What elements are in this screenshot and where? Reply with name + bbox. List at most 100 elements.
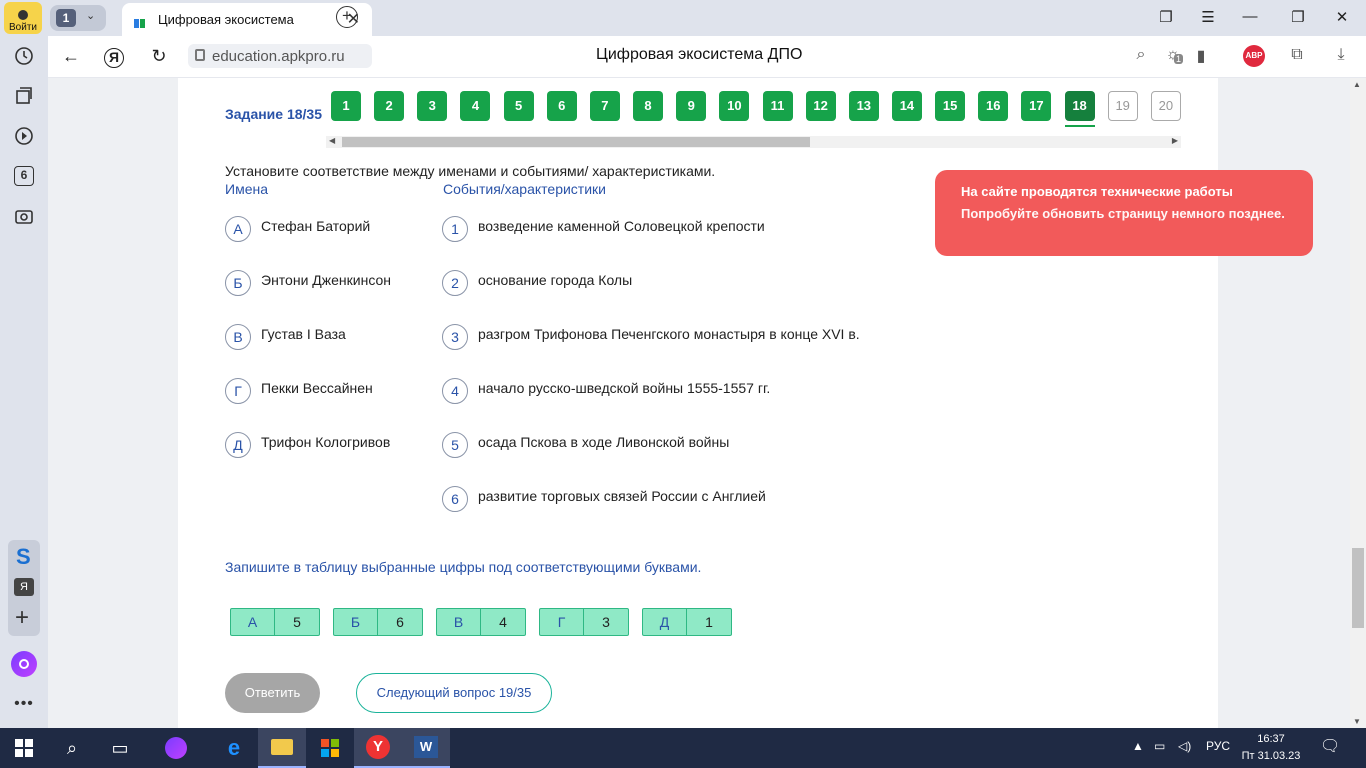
tab-count: 1 bbox=[56, 9, 76, 27]
new-tab-icon[interactable]: + bbox=[336, 6, 358, 28]
restore-icon[interactable]: ❐ bbox=[1288, 8, 1308, 26]
next-question-button[interactable]: Следующий вопрос 19/35 bbox=[356, 673, 552, 713]
menu-icon[interactable]: ☰ bbox=[1198, 8, 1218, 26]
tab-counter[interactable]: 1 ⌄ bbox=[50, 5, 106, 31]
question-nav-item[interactable]: 14 bbox=[891, 91, 922, 121]
active-tab[interactable]: Цифровая экосистема ✕ bbox=[122, 3, 372, 46]
event-text: возведение каменной Соловецкой крепости bbox=[478, 218, 765, 234]
screenshot-icon[interactable] bbox=[10, 202, 38, 230]
more-icon[interactable]: ••• bbox=[10, 690, 38, 718]
start-icon[interactable] bbox=[0, 728, 48, 768]
answer-letter: Д bbox=[643, 609, 687, 635]
question-nav-item[interactable]: 4 bbox=[460, 91, 491, 121]
minimize-icon[interactable]: — bbox=[1240, 8, 1260, 25]
answer-pair[interactable]: Г3 bbox=[539, 608, 629, 636]
ext-badge: 1 bbox=[1174, 54, 1184, 64]
answer-pair[interactable]: Б6 bbox=[333, 608, 423, 636]
question-nav-item[interactable]: 13 bbox=[848, 91, 879, 121]
reload-icon[interactable]: ↻ bbox=[148, 46, 170, 67]
question-nav-item[interactable]: 19 bbox=[1107, 91, 1138, 121]
question-nav-item[interactable]: 2 bbox=[374, 91, 405, 121]
question-nav-item[interactable]: 3 bbox=[417, 91, 448, 121]
event-number: 4 bbox=[442, 378, 468, 404]
battery-icon[interactable]: ▭ bbox=[1154, 739, 1165, 753]
close-window-icon[interactable]: ✕ bbox=[1332, 8, 1352, 26]
name-text: Трифон Кологривов bbox=[261, 434, 391, 450]
answer-pair[interactable]: Д1 bbox=[642, 608, 732, 636]
store-icon[interactable] bbox=[306, 728, 354, 768]
question-nav-item[interactable]: 1 bbox=[331, 91, 361, 121]
notifications-icon[interactable]: 🗨 bbox=[1320, 736, 1340, 756]
download-icon[interactable]: ⤓ bbox=[1330, 46, 1352, 64]
question-nav-item[interactable]: 12 bbox=[805, 91, 836, 121]
page-scrollbar[interactable]: ▲ ▼ bbox=[1350, 78, 1366, 728]
question-prompt: Установите соответствие между именами и … bbox=[225, 163, 716, 179]
question-nav-scrollbar[interactable]: ◀ ▶ bbox=[326, 136, 1181, 148]
back-icon[interactable]: ← bbox=[60, 46, 82, 67]
explorer-icon[interactable] bbox=[258, 728, 306, 768]
word-icon[interactable]: W bbox=[402, 728, 450, 768]
question-nav-item[interactable]: 10 bbox=[719, 91, 750, 121]
alice-taskbar-icon[interactable] bbox=[152, 728, 200, 768]
yandex-browser-icon[interactable]: Y bbox=[354, 728, 402, 768]
collections-icon[interactable] bbox=[10, 82, 38, 110]
task-view-icon[interactable]: ▭ bbox=[96, 728, 144, 768]
question-nav-item[interactable]: 16 bbox=[978, 91, 1009, 121]
name-letter: А bbox=[225, 216, 251, 242]
language-indicator[interactable]: РУС bbox=[1206, 739, 1230, 753]
answer-value[interactable]: 6 bbox=[378, 609, 422, 635]
answer-value[interactable]: 4 bbox=[481, 609, 525, 635]
question-nav-item[interactable]: 11 bbox=[762, 91, 793, 121]
login-button[interactable]: Войти bbox=[4, 2, 42, 34]
volume-icon[interactable]: ◁) bbox=[1178, 739, 1191, 753]
answer-button[interactable]: Ответить bbox=[225, 673, 320, 713]
event-text: начало русско-шведской войны 1555-1557 г… bbox=[478, 380, 771, 396]
question-nav-item[interactable]: 5 bbox=[503, 91, 534, 121]
question-nav-item[interactable]: 9 bbox=[676, 91, 707, 121]
extensions-icon[interactable]: ⧉ bbox=[1286, 46, 1308, 64]
history-icon[interactable] bbox=[10, 42, 38, 70]
scroll-down-icon[interactable]: ▼ bbox=[1353, 717, 1361, 726]
adblock-icon[interactable]: ABP bbox=[1243, 45, 1265, 67]
search-icon[interactable]: ⌕ bbox=[1130, 46, 1152, 64]
search-taskbar-icon[interactable]: ⌕ bbox=[48, 728, 96, 768]
url-field[interactable]: education.apkpro.ru bbox=[188, 44, 372, 68]
answer-letter: Б bbox=[334, 609, 378, 635]
answer-value[interactable]: 3 bbox=[584, 609, 628, 635]
toast-title: На сайте проводятся технические работы bbox=[961, 184, 1233, 199]
messenger-badge-icon[interactable]: 6 bbox=[10, 162, 38, 190]
scroll-right-icon[interactable]: ▶ bbox=[1172, 136, 1178, 145]
yandex-ext-icon[interactable]: Я bbox=[14, 578, 34, 596]
event-text: развитие торговых связей России с Англие… bbox=[478, 488, 766, 504]
video-icon[interactable] bbox=[10, 122, 38, 150]
names-header: Имена bbox=[225, 181, 268, 197]
answer-pair[interactable]: А5 bbox=[230, 608, 320, 636]
bookmark-icon[interactable]: ▮ bbox=[1190, 46, 1212, 66]
tray-expand-icon[interactable]: ▲ bbox=[1132, 739, 1144, 753]
question-nav-item[interactable]: 6 bbox=[546, 91, 577, 121]
question-nav-item[interactable]: 17 bbox=[1021, 91, 1052, 121]
login-label: Войти bbox=[9, 22, 37, 33]
question-nav-item[interactable]: 8 bbox=[633, 91, 664, 121]
add-panel-icon[interactable]: + bbox=[15, 606, 29, 630]
question-nav-item[interactable]: 15 bbox=[935, 91, 966, 121]
yandex-icon[interactable]: Я bbox=[104, 48, 124, 68]
answer-letter: В bbox=[437, 609, 481, 635]
bookmarks-panel-icon[interactable]: ❐ bbox=[1156, 8, 1176, 26]
answer-pair[interactable]: В4 bbox=[436, 608, 526, 636]
answer-value[interactable]: 5 bbox=[275, 609, 319, 635]
clock-date: Пт 31.03.23 bbox=[1241, 750, 1301, 762]
scroll-up-icon[interactable]: ▲ bbox=[1353, 80, 1361, 89]
question-nav-item[interactable]: 18 bbox=[1064, 91, 1095, 127]
page-scrollbar-thumb[interactable] bbox=[1352, 548, 1364, 628]
scroll-left-icon[interactable]: ◀ bbox=[329, 136, 335, 145]
question-nav-item[interactable]: 7 bbox=[589, 91, 620, 121]
answer-value[interactable]: 1 bbox=[687, 609, 731, 635]
scrollbar-thumb[interactable] bbox=[342, 137, 810, 147]
alice-icon[interactable] bbox=[10, 650, 38, 678]
edge-icon[interactable]: e bbox=[210, 728, 258, 768]
protect-icon[interactable]: ☼ 1 bbox=[1162, 46, 1184, 64]
question-nav-item[interactable]: 20 bbox=[1150, 91, 1181, 121]
clock[interactable]: 16:37 Пт 31.03.23 bbox=[1240, 731, 1302, 765]
skype-icon[interactable]: S bbox=[16, 544, 31, 570]
